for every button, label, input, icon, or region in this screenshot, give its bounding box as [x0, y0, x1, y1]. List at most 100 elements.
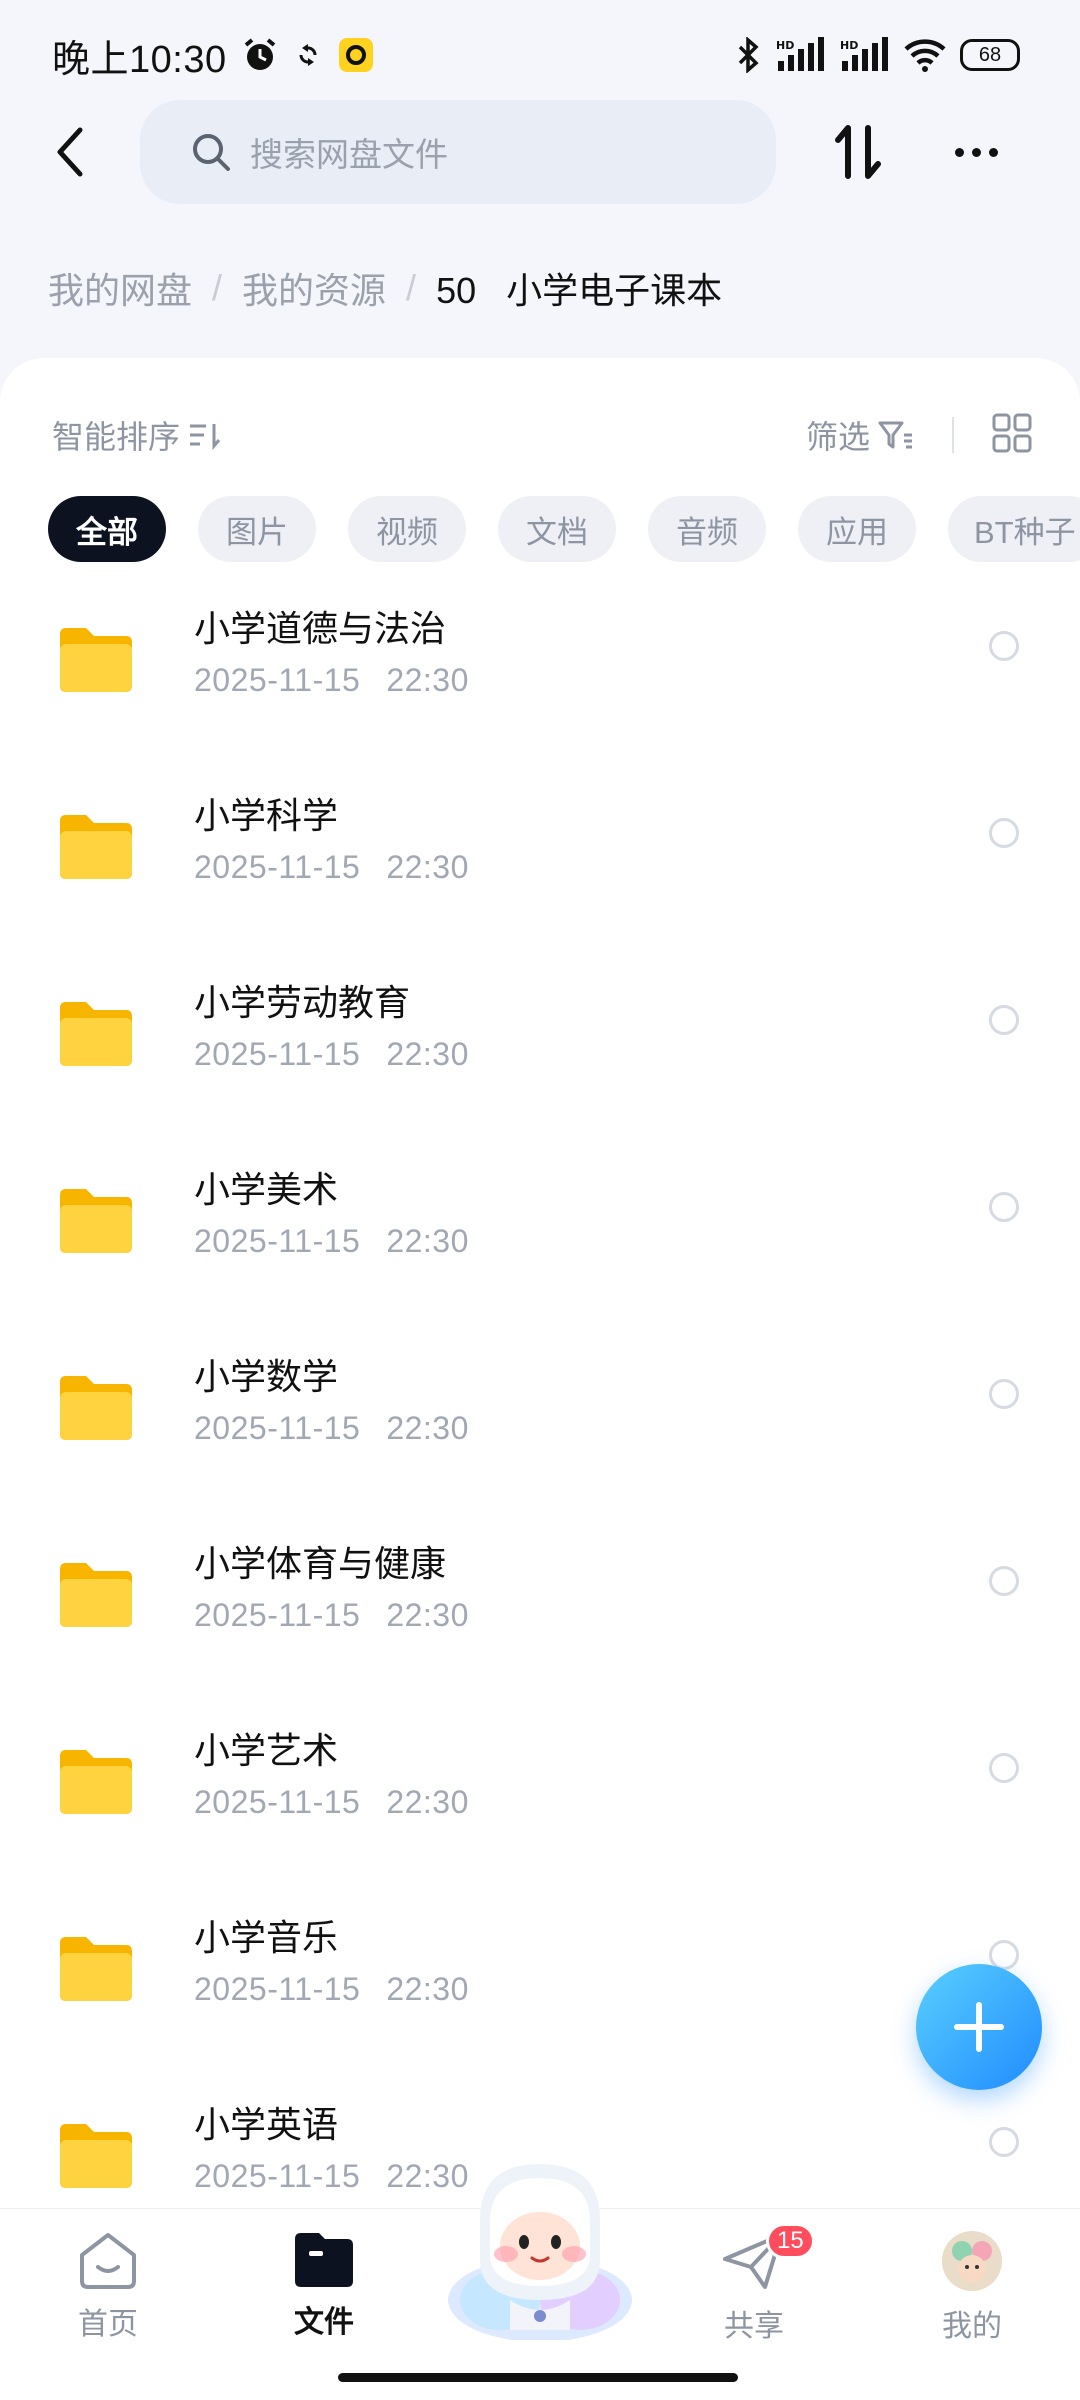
- file-type-chips: 全部 图片 视频 文档 音频 应用 BT种子: [48, 496, 1080, 562]
- search-icon: [193, 134, 230, 171]
- sort-arrows-icon: [835, 125, 881, 179]
- file-time-value: 22:30: [386, 849, 469, 885]
- file-date: 2025-11-15 22:30: [194, 849, 469, 886]
- chip-audio[interactable]: 音频: [648, 496, 766, 562]
- folder-icon: [60, 2124, 132, 2188]
- chip-images[interactable]: 图片: [198, 496, 316, 562]
- signal-icon: HD: [840, 37, 890, 73]
- file-date-value: 2025-11-15: [194, 1597, 361, 1633]
- folder-icon: [60, 628, 132, 692]
- select-checkbox[interactable]: [989, 1005, 1019, 1035]
- svg-text:HD: HD: [840, 39, 858, 52]
- search-placeholder: 搜索网盘文件: [250, 136, 448, 173]
- file-name: 小学劳动教育: [194, 982, 411, 1023]
- list-item[interactable]: 小学劳动教育 2025-11-15 22:30: [0, 960, 1080, 1147]
- avatar: [942, 2231, 1002, 2291]
- file-name: 小学音乐: [194, 1917, 339, 1958]
- nav-label-home: 首页: [78, 2308, 138, 2341]
- file-name: 小学体育与健康: [194, 1543, 447, 1584]
- smart-sort-label: 智能排序: [52, 419, 181, 455]
- nav-label-share: 共享: [724, 2310, 784, 2343]
- nav-item-home[interactable]: 首页: [38, 2229, 178, 2343]
- breadcrumb-item-my-drive[interactable]: 我的网盘: [48, 262, 192, 314]
- chip-documents[interactable]: 文档: [498, 496, 616, 562]
- filter-button[interactable]: 筛选: [806, 412, 914, 458]
- app-notification-icon: [337, 36, 375, 74]
- breadcrumb: 我的网盘 / 我的资源 / 50 小学电子课本: [48, 262, 722, 314]
- file-time-value: 22:30: [386, 662, 469, 698]
- status-time: 晚上10:30: [52, 38, 227, 81]
- add-button[interactable]: [916, 1964, 1042, 2090]
- nav-label-mine: 我的: [942, 2310, 1002, 2343]
- more-dot: [988, 147, 998, 157]
- more-dot: [954, 147, 964, 157]
- select-checkbox[interactable]: [989, 1753, 1019, 1783]
- search-input[interactable]: 搜索网盘文件: [140, 100, 776, 204]
- chip-apps[interactable]: 应用: [798, 496, 916, 562]
- battery-indicator: 68: [960, 39, 1020, 71]
- toolbar-divider: [952, 417, 954, 453]
- smart-sort-button[interactable]: 智能排序: [52, 412, 222, 458]
- nav-item-mine[interactable]: 我的: [902, 2229, 1042, 2345]
- signal-icon: HD: [776, 37, 826, 73]
- folder-icon: [60, 1189, 132, 1253]
- list-item[interactable]: 小学音乐 2025-11-15 22:30: [0, 1895, 1080, 2082]
- sort-button[interactable]: [828, 118, 888, 186]
- home-indicator[interactable]: [338, 2373, 738, 2382]
- list-item[interactable]: 小学美术 2025-11-15 22:30: [0, 1147, 1080, 1334]
- file-date: 2025-11-15 22:30: [194, 1036, 469, 1073]
- file-name: 小学道德与法治: [194, 608, 447, 649]
- select-checkbox[interactable]: [989, 631, 1019, 661]
- file-date: 2025-11-15 22:30: [194, 1223, 469, 1260]
- file-date: 2025-11-15 22:30: [194, 1784, 469, 1821]
- file-time-value: 22:30: [386, 1410, 469, 1446]
- select-checkbox[interactable]: [989, 1379, 1019, 1409]
- folder-icon: [60, 1937, 132, 2001]
- list-item[interactable]: 小学科学 2025-11-15 22:30: [0, 773, 1080, 960]
- select-checkbox[interactable]: [989, 1192, 1019, 1222]
- files-icon: [295, 2233, 353, 2287]
- plus-icon: [954, 2002, 1004, 2052]
- list-toolbar: 智能排序 筛选: [52, 410, 1032, 460]
- folder-icon: [60, 815, 132, 879]
- select-checkbox[interactable]: [989, 1566, 1019, 1596]
- chip-all[interactable]: 全部: [48, 496, 166, 562]
- grid-view-icon: [992, 413, 1032, 452]
- nav-item-files[interactable]: 文件: [254, 2229, 394, 2341]
- more-dot: [971, 147, 981, 157]
- list-item[interactable]: 小学艺术 2025-11-15 22:30: [0, 1708, 1080, 1895]
- file-time-value: 22:30: [386, 1036, 469, 1072]
- breadcrumb-separator: /: [406, 267, 417, 308]
- home-icon: [80, 2233, 136, 2289]
- folder-icon: [60, 1002, 132, 1066]
- select-checkbox[interactable]: [989, 818, 1019, 848]
- file-panel: 智能排序 筛选 全部 图片 视频 文档 音频 应用 BT种子 小学道德与法治 2…: [0, 358, 1080, 2218]
- chip-videos[interactable]: 视频: [348, 496, 466, 562]
- folder-icon: [60, 1563, 132, 1627]
- chip-bt-torrents[interactable]: BT种子: [948, 496, 1080, 562]
- mascot-icon: [448, 2164, 632, 2342]
- file-name: 小学数学: [194, 1356, 339, 1397]
- sync-icon: [293, 40, 323, 70]
- file-name: 小学科学: [194, 795, 339, 836]
- list-item[interactable]: 小学体育与健康 2025-11-15 22:30: [0, 1521, 1080, 1708]
- breadcrumb-item-my-resources[interactable]: 我的资源: [242, 262, 386, 314]
- file-time-value: 22:30: [386, 1597, 469, 1633]
- select-checkbox[interactable]: [989, 2127, 1019, 2157]
- list-item[interactable]: 小学道德与法治 2025-11-15 22:30: [0, 586, 1080, 773]
- more-button[interactable]: [944, 124, 1008, 180]
- file-date-value: 2025-11-15: [194, 2158, 361, 2194]
- folder-icon: [60, 1750, 132, 1814]
- assistant-mascot-button[interactable]: [440, 2150, 640, 2342]
- breadcrumb-separator: /: [212, 267, 223, 308]
- back-button[interactable]: [40, 122, 100, 182]
- alarm-icon: [241, 36, 279, 74]
- file-date: 2025-11-15 22:30: [194, 662, 469, 699]
- grid-view-button[interactable]: [992, 413, 1032, 458]
- file-date: 2025-11-15 22:30: [194, 1410, 469, 1447]
- file-date-value: 2025-11-15: [194, 1223, 361, 1259]
- file-date-value: 2025-11-15: [194, 1410, 361, 1446]
- list-item[interactable]: 小学数学 2025-11-15 22:30: [0, 1334, 1080, 1521]
- nav-item-share[interactable]: 15 共享: [684, 2223, 824, 2345]
- file-time-value: 22:30: [386, 1784, 469, 1820]
